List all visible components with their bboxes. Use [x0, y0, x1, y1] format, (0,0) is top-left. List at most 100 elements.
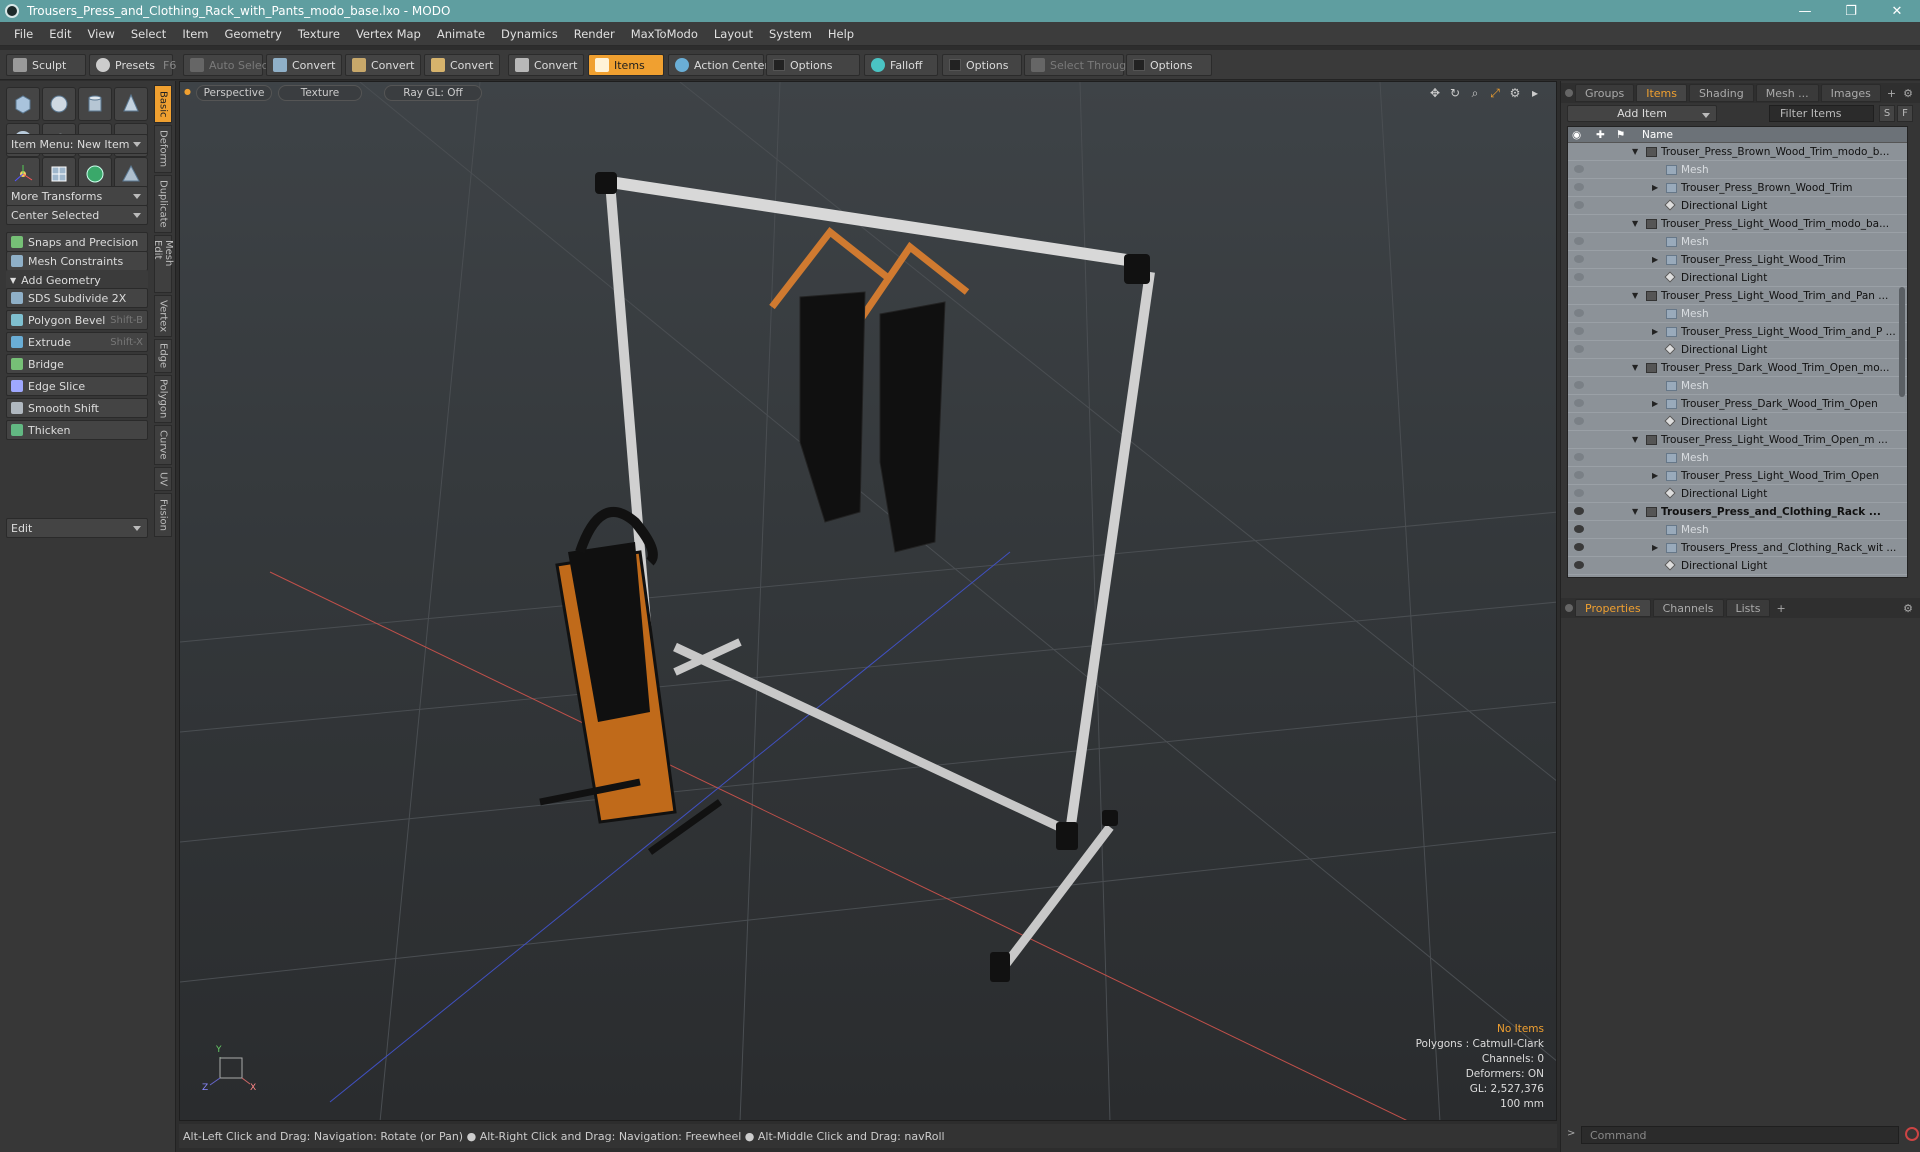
menu-dynamics[interactable]: Dynamics — [493, 27, 566, 41]
bridge-button[interactable]: Bridge — [6, 354, 148, 374]
cone-primitive-button[interactable] — [114, 87, 148, 121]
visibility-eye-icon[interactable] — [1574, 237, 1584, 245]
raygl-toggle[interactable]: Ray GL: Off — [384, 85, 482, 101]
add-item-dropdown[interactable]: Add Item — [1567, 105, 1717, 122]
tab-shading[interactable]: Shading — [1689, 84, 1754, 102]
add-tab-icon[interactable]: + — [1776, 602, 1785, 615]
visibility-eye-icon[interactable] — [1574, 273, 1584, 281]
visibility-eye-icon[interactable] — [1574, 399, 1584, 407]
tree-light-row[interactable]: Directional Light — [1568, 341, 1907, 359]
tree-mesh-row[interactable]: Mesh — [1568, 305, 1907, 323]
shading-dropdown[interactable]: Texture — [278, 85, 362, 101]
tab-lists[interactable]: Lists — [1725, 599, 1771, 617]
expand-arrow-icon[interactable]: ▶ — [1652, 399, 1658, 408]
filter-s-button[interactable]: S — [1879, 105, 1895, 122]
mesh-constraints-button[interactable]: Mesh Constraints — [6, 251, 148, 271]
visibility-eye-icon[interactable] — [1574, 255, 1584, 263]
falloff-options[interactable]: Options — [942, 54, 1022, 76]
menu-help[interactable]: Help — [820, 27, 862, 41]
tab-basic[interactable]: Basic — [154, 85, 172, 123]
visibility-eye-icon[interactable] — [1574, 471, 1584, 479]
visibility-eye-icon[interactable] — [1574, 543, 1584, 551]
visibility-eye-icon[interactable] — [1574, 327, 1584, 335]
center-selected-dropdown[interactable]: Center Selected — [6, 205, 148, 225]
visibility-eye-icon[interactable] — [1574, 453, 1584, 461]
sculpt-button[interactable]: Sculpt — [6, 54, 86, 76]
maximize-button[interactable]: ❐ — [1828, 0, 1874, 22]
tree-group-row[interactable]: ▼ Trouser_Press_Light_Wood_Trim_and_Pan .… — [1568, 287, 1907, 305]
add-geometry-header[interactable]: ▼ Add Geometry — [6, 270, 148, 290]
item-menu-dropdown[interactable]: Item Menu: New Item — [6, 134, 148, 154]
visibility-eye-icon[interactable] — [1574, 201, 1584, 209]
tab-vertex[interactable]: Vertex — [154, 295, 172, 337]
expand-arrow-icon[interactable]: ▶ — [1652, 327, 1658, 336]
tree-light-row[interactable]: Directional Light — [1568, 413, 1907, 431]
pan-icon[interactable]: ✥ — [1428, 86, 1442, 100]
expand-arrow-icon[interactable]: ▶ — [1652, 255, 1658, 264]
thicken-button[interactable]: Thicken — [6, 420, 148, 440]
menu-edit[interactable]: Edit — [41, 27, 79, 41]
tree-light-row[interactable]: Directional Light — [1568, 557, 1907, 575]
tree-group-row[interactable]: ▼ Trouser_Press_Brown_Wood_Trim_modo_b... — [1568, 143, 1907, 161]
filter-items-input[interactable]: Filter Items — [1769, 105, 1874, 122]
convert-edges-button[interactable]: Convert — [345, 54, 421, 76]
command-expand-icon[interactable]: > — [1567, 1128, 1575, 1139]
tree-mesh-row[interactable]: ▶ Trouser_Press_Brown_Wood_Trim — [1568, 179, 1907, 197]
collapse-arrow-icon[interactable]: ▼ — [1632, 435, 1638, 444]
visibility-eye-icon[interactable] — [1574, 345, 1584, 353]
menu-maxtomodo[interactable]: MaxToModo — [623, 27, 706, 41]
tab-uv[interactable]: UV — [154, 467, 172, 491]
rotate-icon[interactable]: ↻ — [1448, 86, 1462, 100]
tree-mesh-row[interactable]: Mesh — [1568, 377, 1907, 395]
tab-polygon[interactable]: Polygon — [154, 375, 172, 423]
gear-icon[interactable]: ⚙ — [1903, 602, 1913, 615]
falloff-button[interactable]: Falloff — [864, 54, 938, 76]
tab-images[interactable]: Images — [1820, 84, 1881, 102]
polygon-bevel-button[interactable]: Polygon Bevel Shift-B — [6, 310, 148, 330]
expand-arrow-icon[interactable]: ▶ — [1652, 471, 1658, 480]
collapse-arrow-icon[interactable]: ▼ — [1632, 363, 1638, 372]
tree-light-row[interactable]: Directional Light — [1568, 197, 1907, 215]
collapse-arrow-icon[interactable]: ▼ — [1632, 147, 1638, 156]
visibility-eye-icon[interactable] — [1574, 507, 1584, 515]
gear-icon[interactable]: ⚙ — [1903, 87, 1913, 100]
visibility-eye-icon[interactable] — [1574, 525, 1584, 533]
convert-vertices-button[interactable]: Convert — [266, 54, 342, 76]
expand-arrow-icon[interactable]: ▶ — [1652, 543, 1658, 552]
visibility-eye-icon[interactable] — [1574, 417, 1584, 425]
tab-properties[interactable]: Properties — [1575, 599, 1651, 617]
edit-dropdown[interactable]: Edit — [6, 518, 148, 538]
visibility-eye-icon[interactable] — [1574, 489, 1584, 497]
tab-items[interactable]: Items — [1636, 84, 1688, 102]
convert-materials-button[interactable]: Convert — [508, 54, 584, 76]
visibility-eye-icon[interactable] — [1574, 309, 1584, 317]
visibility-eye-icon[interactable] — [1574, 561, 1584, 569]
extrude-button[interactable]: Extrude Shift-X — [6, 332, 148, 352]
more-transforms-dropdown[interactable]: More Transforms — [6, 186, 148, 206]
menu-render[interactable]: Render — [566, 27, 623, 41]
smooth-shift-button[interactable]: Smooth Shift — [6, 398, 148, 418]
3d-viewport[interactable]: Y Z X ● Perspective Texture Ray GL: Off … — [179, 81, 1557, 1121]
perspective-dropdown[interactable]: Perspective — [196, 85, 272, 101]
command-input[interactable]: Command — [1581, 1126, 1899, 1144]
auto-select-button[interactable]: Auto Select — [183, 54, 272, 76]
fit-icon[interactable]: ⤢ — [1488, 86, 1502, 100]
tree-mesh-row[interactable]: Mesh — [1568, 161, 1907, 179]
presets-button[interactable]: Presets F6 — [89, 54, 176, 76]
options-checkbox[interactable] — [773, 59, 785, 71]
visibility-eye-icon[interactable] — [1574, 381, 1584, 389]
tree-mesh-row[interactable]: ▶ Trousers_Press_and_Clothing_Rack_wit ..… — [1568, 539, 1907, 557]
sds-subdivide-button[interactable]: SDS Subdivide 2X — [6, 288, 148, 308]
menu-select[interactable]: Select — [123, 27, 174, 41]
options-checkbox[interactable] — [949, 59, 961, 71]
tree-group-row[interactable]: ▼ Trouser_Press_Light_Wood_Trim_Open_m ..… — [1568, 431, 1907, 449]
add-tab-icon[interactable]: + — [1887, 87, 1896, 100]
tree-group-row[interactable]: ▼ Trouser_Press_Light_Wood_Trim_modo_ba..… — [1568, 215, 1907, 233]
menu-vertex-map[interactable]: Vertex Map — [348, 27, 429, 41]
snaps-precision-button[interactable]: Snaps and Precision — [6, 232, 148, 252]
menu-texture[interactable]: Texture — [290, 27, 348, 41]
collapse-arrow-icon[interactable]: ▼ — [1632, 219, 1638, 228]
tree-mesh-row[interactable]: Mesh — [1568, 449, 1907, 467]
filter-f-button[interactable]: F — [1897, 105, 1913, 122]
panel-menu-icon[interactable] — [1565, 604, 1573, 612]
